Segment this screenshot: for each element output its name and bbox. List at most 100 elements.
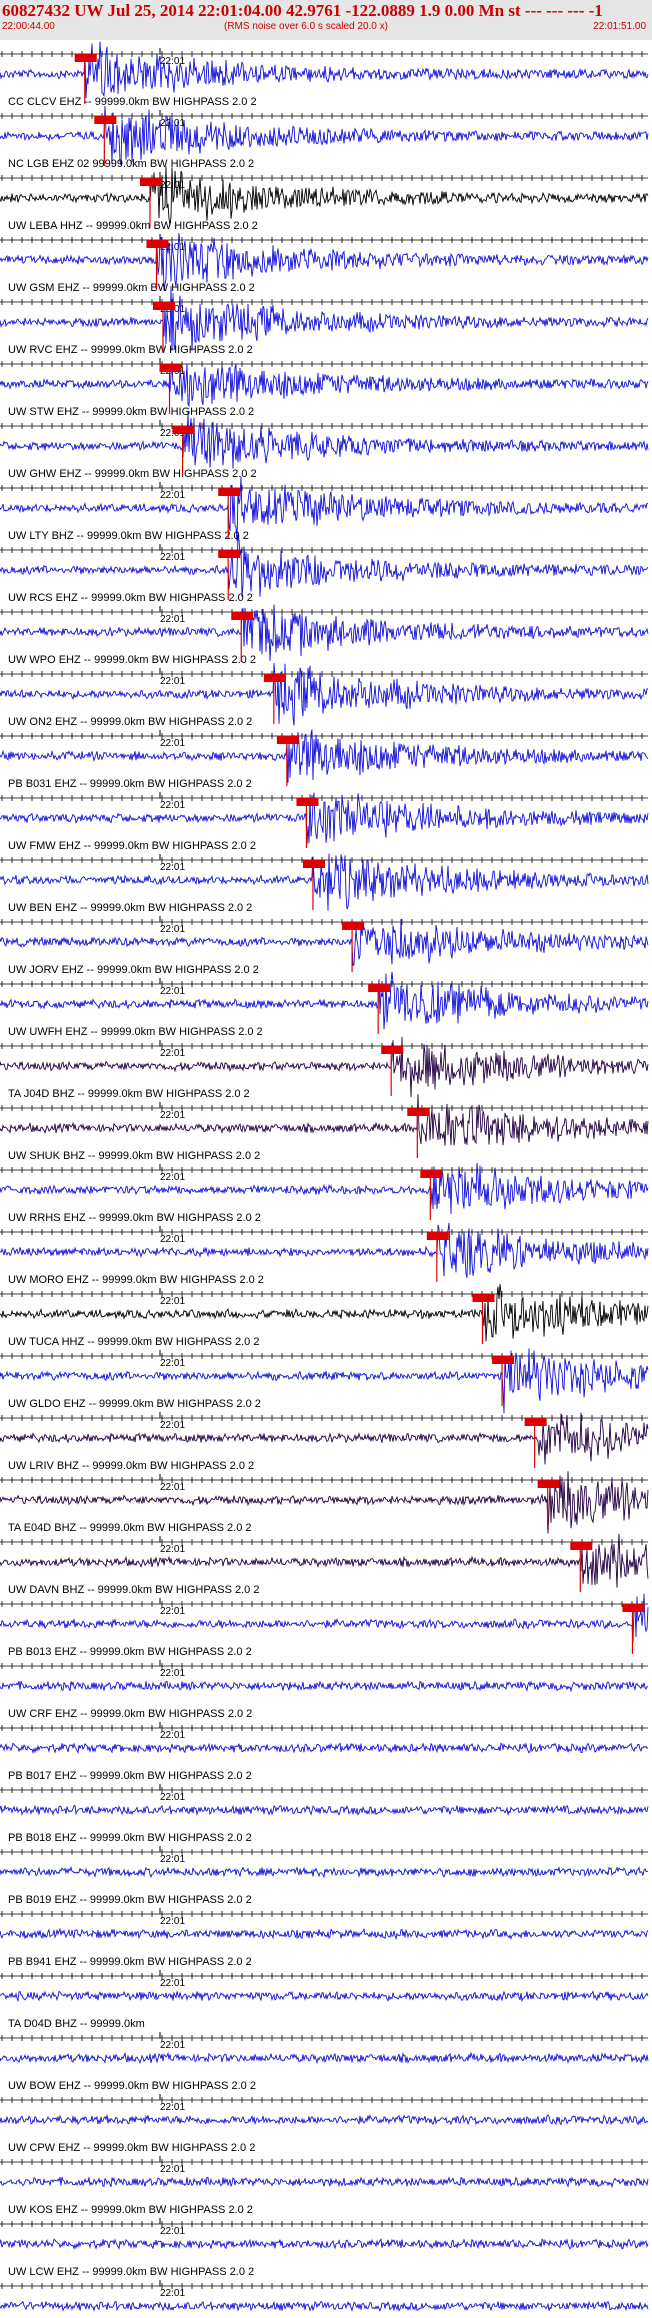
waveform <box>0 1990 649 2003</box>
start-time: 22:00:44.00 <box>2 21 55 32</box>
tick-label: 22:01 <box>160 738 185 749</box>
station-label: UW RRHS EHZ -- 99999.0km BW HIGHPASS 2.0… <box>8 1212 261 1224</box>
station-label: UW LEBA HHZ -- 99999.0km BW HIGHPASS 2.0… <box>8 220 258 232</box>
tick-label: 22:01 <box>160 1544 185 1555</box>
station-label: PB B013 EHZ -- 99999.0km BW HIGHPASS 2.0… <box>8 1646 252 1658</box>
waveform <box>0 1094 649 1146</box>
pick-marker <box>296 798 319 806</box>
seismogram-plot: 22:01 CC CLCV EHZ -- 99999.0km BW HIGHPAS… <box>0 41 649 2312</box>
waveform <box>0 105 649 166</box>
station-label: PB B031 EHZ -- 99999.0km BW HIGHPASS 2.0… <box>8 778 252 790</box>
station-label: UW CRF EHZ -- 99999.0km BW HIGHPASS 2.0 … <box>8 1708 252 1720</box>
station-label: UW BEN EHZ -- 99999.0km BW HIGHPASS 2.0 … <box>8 902 252 914</box>
station-label: TA E04D BHZ -- 99999.0km BW HIGHPASS 2.0… <box>8 1522 252 1534</box>
scale-note: (RMS noise over 6.0 s scaled 20.0 x) <box>224 21 388 32</box>
pick-marker <box>537 1480 560 1488</box>
station-label: UW SHUK BHZ -- 99999.0km BW HIGHPASS 2.0… <box>8 1150 260 1162</box>
pick-marker <box>472 1294 495 1302</box>
station-label: PB B019 EHZ -- 99999.0km BW HIGHPASS 2.0… <box>8 1894 252 1906</box>
station-label: UW LRIV BHZ -- 99999.0km BW HIGHPASS 2.0… <box>8 1460 254 1472</box>
station-label: UW WPO EHZ -- 99999.0km BW HIGHPASS 2.0 … <box>8 654 256 666</box>
waveform <box>0 1593 649 1643</box>
tick-label: 22:01 <box>160 2102 185 2113</box>
pick-marker <box>342 922 365 930</box>
station-label: UW GLDO EHZ -- 99999.0km BW HIGHPASS 2.0… <box>8 1398 261 1410</box>
tick-label: 22:01 <box>160 1854 185 1865</box>
station-label: UW LCW EHZ -- 99999.0km BW HIGHPASS 2.0 … <box>8 2266 254 2278</box>
tick-label: 22:01 <box>160 2164 185 2175</box>
pick-marker <box>426 1232 449 1240</box>
waveform <box>0 1927 649 1941</box>
waveform <box>0 2300 649 2312</box>
pick-marker <box>622 1604 645 1612</box>
station-label: PB B941 EHZ -- 99999.0km BW HIGHPASS 2.0… <box>8 1956 252 1968</box>
tick-label: 22:01 <box>160 1916 185 1927</box>
tick-label: 22:01 <box>160 614 185 625</box>
station-label: UW DAVN BHZ -- 99999.0km BW HIGHPASS 2.0… <box>8 1584 259 1596</box>
tick-label: 22:01 <box>160 800 185 811</box>
pick-marker <box>276 736 299 744</box>
pick-marker <box>139 178 162 186</box>
pick-marker <box>153 302 175 310</box>
station-label: UW STW EHZ -- 99999.0km BW HIGHPASS 2.0 … <box>8 406 254 418</box>
waveform <box>0 285 649 351</box>
tick-label: 22:01 <box>160 1358 185 1369</box>
waveform <box>0 2051 649 2065</box>
tick-label: 22:01 <box>160 1978 185 1989</box>
waveform <box>0 1804 649 1816</box>
waveform <box>0 729 649 783</box>
tick-label: 22:01 <box>160 676 185 687</box>
station-label: UW GHW EHZ -- 99999.0km BW HIGHPASS 2.0 … <box>8 468 257 480</box>
pick-marker <box>94 116 117 124</box>
pick-marker <box>420 1170 443 1178</box>
station-label: CC CLCV EHZ -- 99999.0km BW HIGHPASS 2.0… <box>8 96 257 108</box>
tick-label: 22:01 <box>160 1606 185 1617</box>
waveform <box>0 1222 649 1278</box>
waveform <box>0 1865 649 1879</box>
tick-label: 22:01 <box>160 1420 185 1431</box>
waveform <box>0 2113 649 2126</box>
waveform <box>0 2176 649 2189</box>
pick-marker <box>218 550 241 558</box>
waveform <box>0 792 649 845</box>
waveform <box>0 1284 649 1342</box>
pick-marker <box>302 860 325 868</box>
tick-label: 22:01 <box>160 1296 185 1307</box>
pick-marker <box>492 1356 515 1364</box>
pick-marker <box>524 1418 547 1426</box>
pick-marker <box>146 240 169 248</box>
station-label: UW GSM EHZ -- 99999.0km BW HIGHPASS 2.0 … <box>8 282 255 294</box>
station-label: UW MORO EHZ -- 99999.0km BW HIGHPASS 2.0… <box>8 1274 264 1286</box>
station-label: UW LTY BHZ -- 99999.0km BW HIGHPASS 2.0 … <box>8 530 249 542</box>
tick-label: 22:01 <box>160 552 185 563</box>
pick-marker <box>74 54 97 62</box>
waveform <box>0 41 649 99</box>
pick-marker <box>368 984 391 992</box>
waveform <box>0 1412 649 1465</box>
station-label: UW ON2 EHZ -- 99999.0km BW HIGHPASS 2.0 … <box>8 716 252 728</box>
waveform <box>0 363 649 408</box>
pick-marker <box>570 1542 593 1550</box>
station-label: UW RCS EHZ -- 99999.0km BW HIGHPASS 2.0 … <box>8 592 253 604</box>
station-label: UW RVC EHZ -- 99999.0km BW HIGHPASS 2.0 … <box>8 344 253 356</box>
station-label: NC LGB EHZ 02 99999.0km BW HIGHPASS 2.0 … <box>8 158 254 170</box>
tick-label: 22:01 <box>160 490 185 501</box>
waveform <box>0 534 649 598</box>
record-header: 60827432 UW Jul 25, 2014 22:01:04.00 42.… <box>0 0 652 40</box>
pick-marker <box>263 674 286 682</box>
tick-label: 22:01 <box>160 1792 185 1803</box>
waveform <box>0 1162 649 1214</box>
event-title: 60827432 UW Jul 25, 2014 22:01:04.00 42.… <box>2 1 603 20</box>
waveform <box>0 410 649 469</box>
tick-label: 22:01 <box>160 986 185 997</box>
waveform <box>0 971 649 1030</box>
station-label: UW JORV EHZ -- 99999.0km BW HIGHPASS 2.0… <box>8 964 259 976</box>
station-label: TA D04D BHZ -- 99999.0km <box>8 2018 145 2030</box>
station-label: TA J04D BHZ -- 99999.0km BW HIGHPASS 2.0… <box>8 1088 250 1100</box>
pick-marker <box>218 488 241 496</box>
tick-label: 22:01 <box>160 1482 185 1493</box>
station-label: PB B017 EHZ -- 99999.0km BW HIGHPASS 2.0… <box>8 1770 252 1782</box>
waveform <box>0 1680 649 1693</box>
waveform <box>0 1742 649 1754</box>
waveform <box>0 166 649 225</box>
